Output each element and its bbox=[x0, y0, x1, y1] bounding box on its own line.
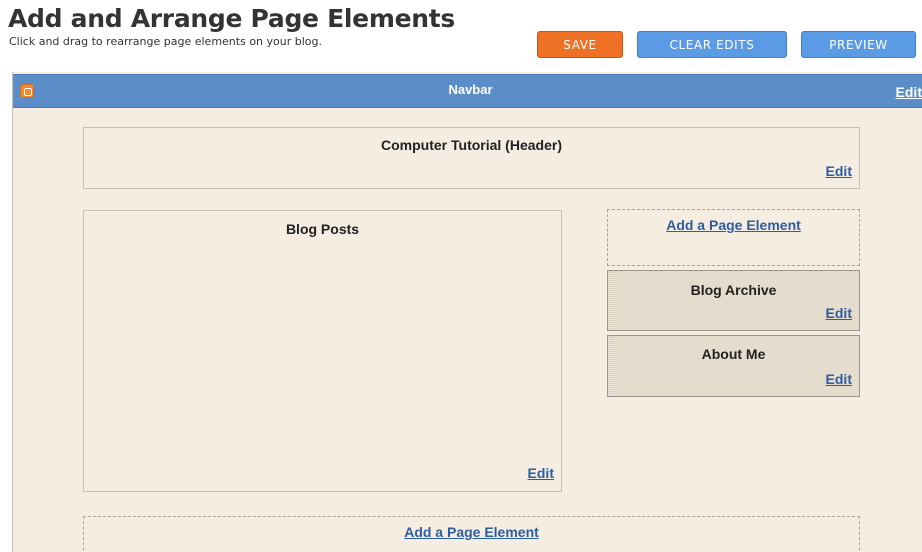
header-element-title: Computer Tutorial (Header) bbox=[381, 137, 562, 153]
page-subtitle: Click and drag to rearrange page element… bbox=[9, 35, 322, 48]
about-me-title: About Me bbox=[701, 346, 766, 362]
clear-edits-button[interactable]: CLEAR EDITS bbox=[637, 31, 787, 58]
blog-archive-element[interactable]: Blog Archive Edit bbox=[607, 270, 860, 331]
footer-add-element-link[interactable]: Add a Page Element bbox=[84, 524, 859, 540]
blog-posts-element[interactable]: Blog Posts Edit bbox=[83, 210, 562, 492]
blog-archive-edit-link[interactable]: Edit bbox=[826, 305, 852, 321]
sidebar-add-element-area: Add a Page Element bbox=[607, 209, 860, 266]
about-me-edit-link[interactable]: Edit bbox=[826, 371, 852, 387]
layout-editor-page: Add and Arrange Page Elements Click and … bbox=[0, 0, 922, 552]
page-title: Add and Arrange Page Elements bbox=[8, 4, 455, 33]
save-button[interactable]: SAVE bbox=[537, 31, 623, 58]
navbar-label: Navbar bbox=[448, 82, 493, 97]
blog-posts-edit-link[interactable]: Edit bbox=[528, 465, 554, 481]
sidebar-add-element-link[interactable]: Add a Page Element bbox=[608, 217, 859, 233]
navbar-element[interactable]: Navbar Edit bbox=[13, 74, 922, 108]
preview-button[interactable]: PREVIEW bbox=[801, 31, 916, 58]
blog-posts-title: Blog Posts bbox=[285, 221, 360, 237]
navbar-edit-link[interactable]: Edit bbox=[896, 84, 922, 100]
footer-add-element-area: Add a Page Element bbox=[83, 516, 860, 552]
about-me-element[interactable]: About Me Edit bbox=[607, 335, 860, 397]
header-edit-link[interactable]: Edit bbox=[826, 163, 852, 179]
header-element[interactable]: Computer Tutorial (Header) Edit bbox=[83, 127, 860, 189]
blog-archive-title: Blog Archive bbox=[690, 282, 777, 298]
